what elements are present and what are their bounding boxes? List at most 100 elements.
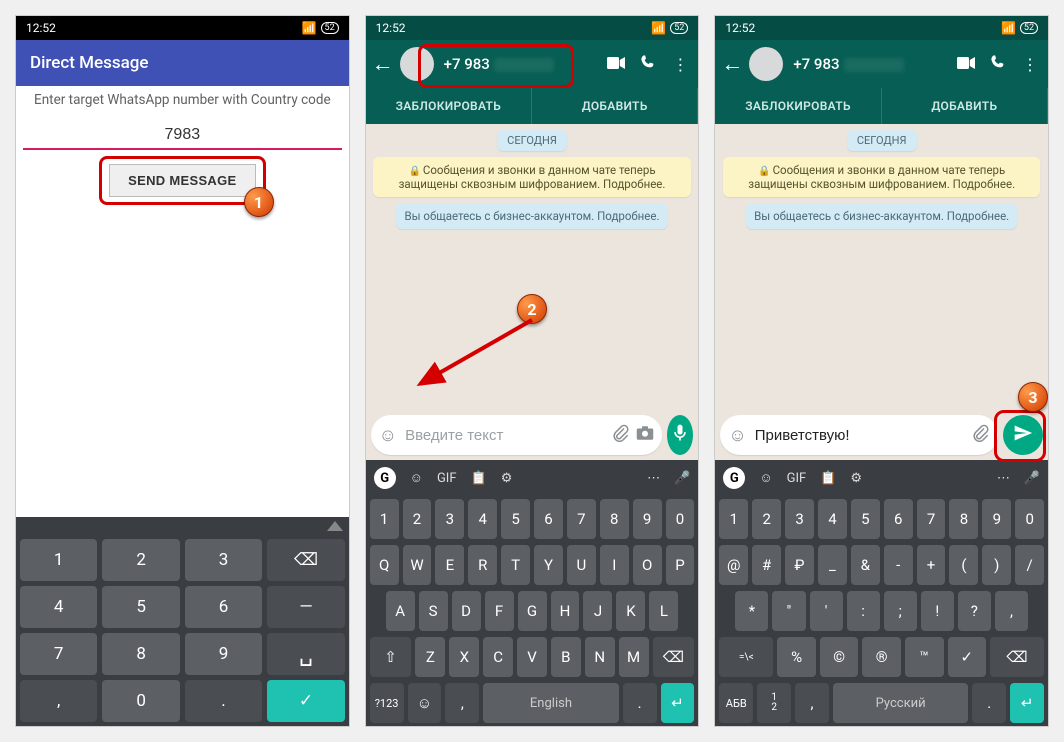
key-@[interactable]: @ <box>719 545 748 585</box>
key-0[interactable]: 0 <box>102 680 179 722</box>
gif-icon[interactable]: GIF <box>437 471 457 486</box>
encryption-notice[interactable]: 🔒Сообщения и звонки в данном чате теперь… <box>373 157 690 197</box>
key-T[interactable]: T <box>501 545 530 585</box>
menu-icon[interactable]: ⋮ <box>1016 55 1044 74</box>
key-%[interactable]: % <box>777 637 816 677</box>
menu-icon[interactable]: ⋮ <box>666 55 694 74</box>
voice-call-icon[interactable] <box>634 54 662 74</box>
key-G[interactable]: G <box>518 591 547 631</box>
key-comma[interactable]: , <box>795 683 829 723</box>
key-comma[interactable]: , <box>20 680 97 722</box>
more-icon[interactable]: ⋯ <box>997 471 1010 486</box>
key-9[interactable]: 9 <box>633 499 662 539</box>
key-emoji[interactable]: ☺ <box>408 683 442 723</box>
key-8[interactable]: 8 <box>600 499 629 539</box>
key-Z[interactable]: Z <box>415 637 445 677</box>
tab-block[interactable]: ЗАБЛОКИРОВАТЬ <box>366 88 532 124</box>
sticker-icon[interactable]: ☺ <box>759 470 772 486</box>
key-©[interactable]: © <box>820 637 859 677</box>
message-input[interactable] <box>403 426 606 445</box>
key-space[interactable]: ␣ <box>267 633 344 675</box>
key-space[interactable]: English <box>483 683 618 723</box>
key-3[interactable]: 3 <box>435 499 464 539</box>
key-5[interactable]: 5 <box>102 586 179 628</box>
key-8[interactable]: 8 <box>949 499 978 539</box>
key-6[interactable]: 6 <box>534 499 563 539</box>
key-S[interactable]: S <box>419 591 448 631</box>
key-'[interactable]: ' <box>810 591 843 631</box>
key--[interactable]: - <box>884 545 913 585</box>
key-7[interactable]: 7 <box>917 499 946 539</box>
key-P[interactable]: P <box>666 545 695 585</box>
key-✓[interactable]: ✓ <box>948 637 987 677</box>
contact-name[interactable]: +7 983 <box>438 55 599 73</box>
key-Y[interactable]: Y <box>534 545 563 585</box>
key-W[interactable]: W <box>403 545 432 585</box>
attach-icon[interactable] <box>972 424 990 447</box>
key-dot[interactable]: . <box>185 680 262 722</box>
key-V[interactable]: V <box>517 637 547 677</box>
key-*[interactable]: * <box>735 591 768 631</box>
key-0[interactable]: 0 <box>1015 499 1044 539</box>
settings-icon[interactable]: ⚙ <box>850 471 862 486</box>
key-H[interactable]: H <box>551 591 580 631</box>
key-8[interactable]: 8 <box>102 633 179 675</box>
key-2[interactable]: 2 <box>752 499 781 539</box>
key-™[interactable]: ™ <box>905 637 944 677</box>
key-&[interactable]: & <box>851 545 880 585</box>
key-3[interactable]: 3 <box>785 499 814 539</box>
key-backspace[interactable]: ⌫ <box>267 539 344 581</box>
settings-icon[interactable]: ⚙ <box>501 471 513 486</box>
business-notice[interactable]: Вы общаетесь с бизнес-аккаунтом. Подробн… <box>396 203 667 229</box>
key-6[interactable]: 6 <box>185 586 262 628</box>
gif-icon[interactable]: GIF <box>787 471 807 486</box>
key-enter[interactable]: ↵ <box>661 683 695 723</box>
key-1[interactable]: 1 <box>20 539 97 581</box>
key-#[interactable]: # <box>752 545 781 585</box>
key-R[interactable]: R <box>468 545 497 585</box>
key-L[interactable]: L <box>649 591 678 631</box>
key-"[interactable]: " <box>772 591 805 631</box>
key-9[interactable]: 9 <box>982 499 1011 539</box>
video-call-icon[interactable] <box>952 55 980 74</box>
avatar[interactable] <box>400 47 434 81</box>
key-more-symbols[interactable]: =\< <box>719 637 773 677</box>
key-([interactable]: ( <box>949 545 978 585</box>
key-5[interactable]: 5 <box>851 499 880 539</box>
avatar[interactable] <box>749 47 783 81</box>
key-C[interactable]: C <box>483 637 513 677</box>
key-®[interactable]: ® <box>862 637 901 677</box>
key-I[interactable]: I <box>600 545 629 585</box>
send-button[interactable] <box>1003 415 1043 455</box>
key-_[interactable]: _ <box>818 545 847 585</box>
key-abc[interactable]: АБВ <box>719 683 753 723</box>
key-A[interactable]: A <box>386 591 415 631</box>
key-/[interactable]: / <box>1015 545 1044 585</box>
mic-button[interactable] <box>667 415 693 455</box>
send-message-button[interactable]: SEND MESSAGE <box>109 164 255 197</box>
mic-icon[interactable]: 🎤 <box>1024 471 1040 486</box>
video-call-icon[interactable] <box>602 55 630 74</box>
key-?[interactable]: ? <box>958 591 991 631</box>
message-input[interactable] <box>753 426 966 445</box>
key-U[interactable]: U <box>567 545 596 585</box>
key-![interactable]: ! <box>921 591 954 631</box>
key-space[interactable]: Русский <box>833 683 968 723</box>
key-4[interactable]: 4 <box>20 586 97 628</box>
key-7[interactable]: 7 <box>567 499 596 539</box>
back-button[interactable]: ← <box>370 51 396 77</box>
key-N[interactable]: N <box>585 637 615 677</box>
key-backspace[interactable]: ⌫ <box>653 637 695 677</box>
key-enter[interactable]: ↵ <box>1010 683 1044 723</box>
google-icon[interactable]: G <box>723 467 745 489</box>
key-:[interactable]: : <box>847 591 880 631</box>
key-O[interactable]: O <box>633 545 662 585</box>
key-B[interactable]: B <box>551 637 581 677</box>
key-7[interactable]: 7 <box>20 633 97 675</box>
key-K[interactable]: K <box>616 591 645 631</box>
key-J[interactable]: J <box>583 591 612 631</box>
voice-call-icon[interactable] <box>984 54 1012 74</box>
phone-number-input[interactable] <box>23 122 342 150</box>
key-dot[interactable]: . <box>972 683 1006 723</box>
tab-add[interactable]: ДОБАВИТЬ <box>882 88 1048 124</box>
